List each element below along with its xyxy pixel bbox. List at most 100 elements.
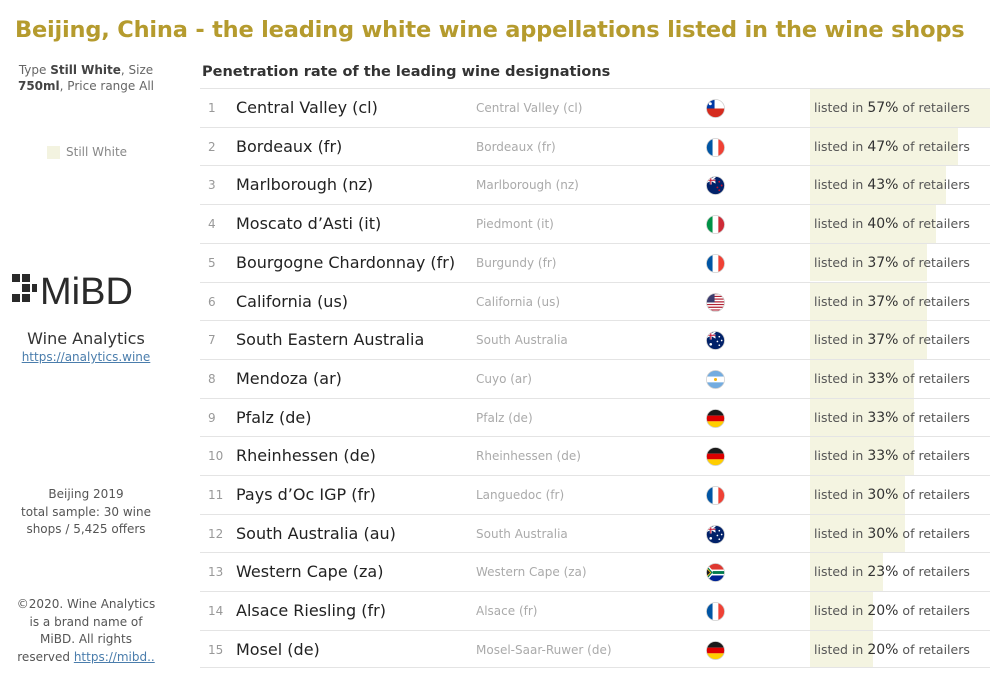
label-prefix: listed in [814,138,868,154]
table-row[interactable]: 15 Mosel (de) Mosel-Saar-Ruwer (de) listed … [200,629,990,669]
flag-it-icon [706,215,725,234]
flag-au-icon [706,331,725,351]
penetration-label: listed in 33% of retailers [814,371,970,387]
penetration-label: listed in 40% of retailers [814,216,970,232]
region-name: South Australia [476,333,568,348]
rank-number: 15 [208,642,224,657]
table-row[interactable]: 6 California (us) California (us) listed in… [200,281,990,321]
penetration-value: 37% [867,332,899,349]
penetration-value: 30% [867,487,899,503]
mibd-link[interactable]: https://mibd.. [74,650,155,664]
brand-link[interactable]: https://analytics.wine [0,350,172,364]
label-prefix: listed in [814,332,868,348]
rank-number: 12 [208,526,224,541]
flag-de-icon [706,408,725,428]
flag-de-icon [706,447,725,467]
designation-name: Mendoza (ar) [236,368,342,388]
penetration-label: listed in 43% of retailers [814,177,970,193]
region-name: Marlborough (nz) [476,178,579,193]
penetration-value: 37% [867,293,899,310]
mibd-logo: MiBD [12,271,133,312]
table-row[interactable]: 9 Pfalz (de) Pfalz (de) listed in 33% of re… [200,397,990,437]
designation-name: Pfalz (de) [236,407,312,427]
penetration-value: 43% [867,177,899,194]
copyright-line-4: reserved [17,649,70,664]
penetration-value: 37% [867,254,899,271]
table-row[interactable]: 5 Bourgogne Chardonnay (fr) Burgundy (fr) l… [200,242,990,282]
penetration-label: listed in 37% of retailers [814,294,970,310]
filter-type-value: Still White [50,63,121,77]
penetration-value: 23% [867,564,899,581]
region-name: South Australia [476,526,568,541]
copyright-notice: ©2020. Wine Analytics is a brand name of… [8,596,164,666]
designation-name: Moscato d’Asti (it) [236,214,382,234]
table-row[interactable]: 2 Bordeaux (fr) Bordeaux (fr) listed in 47%… [200,126,990,166]
flag-nz-icon [706,176,725,196]
table-row[interactable]: 12 South Australia (au) South Australia lis… [200,513,990,553]
designation-name: Mosel (de) [236,639,320,659]
label-suffix: of retailers [898,254,970,270]
flag-ar-icon [706,369,725,389]
table-row[interactable]: 14 Alsace Riesling (fr) Alsace (fr) listed … [200,591,990,630]
flag-us-icon [706,292,725,312]
label-prefix: listed in [814,370,868,386]
flag-cl-icon [706,99,725,118]
label-suffix: of retailers [898,487,970,502]
region-name: Bordeaux (fr) [476,139,556,154]
label-prefix: listed in [814,409,868,425]
designation-name: Central Valley (cl) [236,98,378,117]
filter-type-label: Type [18,63,47,77]
label-suffix: of retailers [898,177,970,193]
filter-price-value: All [139,79,154,93]
penetration-value: 33% [867,409,899,426]
page-title: Beijing, China - the leading white wine … [15,17,965,43]
region-name: Burgundy (fr) [476,255,557,270]
table-row[interactable]: 8 Mendoza (ar) Cuyo (ar) listed in 33% of r… [200,358,990,398]
flag-fr-icon [706,602,725,621]
penetration-label: listed in 20% of retailers [814,642,970,658]
sample-line-3: shops / 5,425 offers [26,522,146,536]
table-row[interactable]: 13 Western Cape (za) Western Cape (za) list… [200,552,990,592]
label-suffix: of retailers [898,564,970,580]
flag-au-icon [706,524,725,544]
filter-size-value: 750ml [17,79,60,93]
penetration-value: 30% [867,525,899,542]
region-name: Alsace (fr) [476,604,538,619]
region-name: Cuyo (ar) [476,371,532,386]
label-prefix: listed in [814,603,868,619]
table-row[interactable]: 10 Rheinhessen (de) Rheinhessen (de) listed… [200,436,990,475]
rank-number: 11 [208,488,224,502]
label-suffix: of retailers [898,216,970,232]
penetration-value: 20% [867,603,899,620]
table-row[interactable]: 1 Central Valley (cl) Central Valley (cl) l… [200,88,990,127]
filter-summary: Type Still White, Size 750ml, Price rang… [17,63,154,93]
label-prefix: listed in [814,448,868,464]
table-row[interactable]: 3 Marlborough (nz) Marlborough (nz) listed … [200,165,990,205]
region-name: Rheinhessen (de) [476,449,581,464]
sample-line-1: Beijing 2019 [48,487,124,501]
copyright-line-3: MiBD. All rights [40,632,132,646]
label-suffix: of retailers [898,332,970,348]
penetration-label: listed in 47% of retailers [814,139,970,155]
designation-name: Bourgogne Chardonnay (fr) [236,252,456,272]
penetration-table: 1 Central Valley (cl) Central Valley (cl) l… [200,88,990,669]
label-prefix: listed in [814,254,868,270]
table-row[interactable]: 11 Pays d’Oc IGP (fr) Languedoc (fr) listed… [200,475,990,514]
rank-number: 4 [208,217,216,232]
designation-name: Pays d’Oc IGP (fr) [236,485,376,504]
filter-price-label: Price range [67,79,136,93]
penetration-label: listed in 37% of retailers [814,255,970,271]
table-row[interactable]: 7 South Eastern Australia South Australia l… [200,320,990,359]
legend[interactable]: Still White [47,145,127,159]
penetration-label: listed in 33% of retailers [814,448,970,464]
table-row[interactable]: 4 Moscato d’Asti (it) Piedmont (it) listed … [200,204,990,243]
label-suffix: of retailers [898,448,970,464]
rank-number: 3 [208,178,216,193]
sample-info: Beijing 2019 total sample: 30 wine shops… [10,486,162,539]
label-prefix: listed in [814,177,868,193]
penetration-label: listed in 30% of retailers [814,487,970,503]
label-suffix: of retailers [898,525,970,541]
copyright-line-2: is a brand name of [29,614,143,629]
label-prefix: listed in [814,487,868,502]
rank-number: 7 [208,333,216,348]
